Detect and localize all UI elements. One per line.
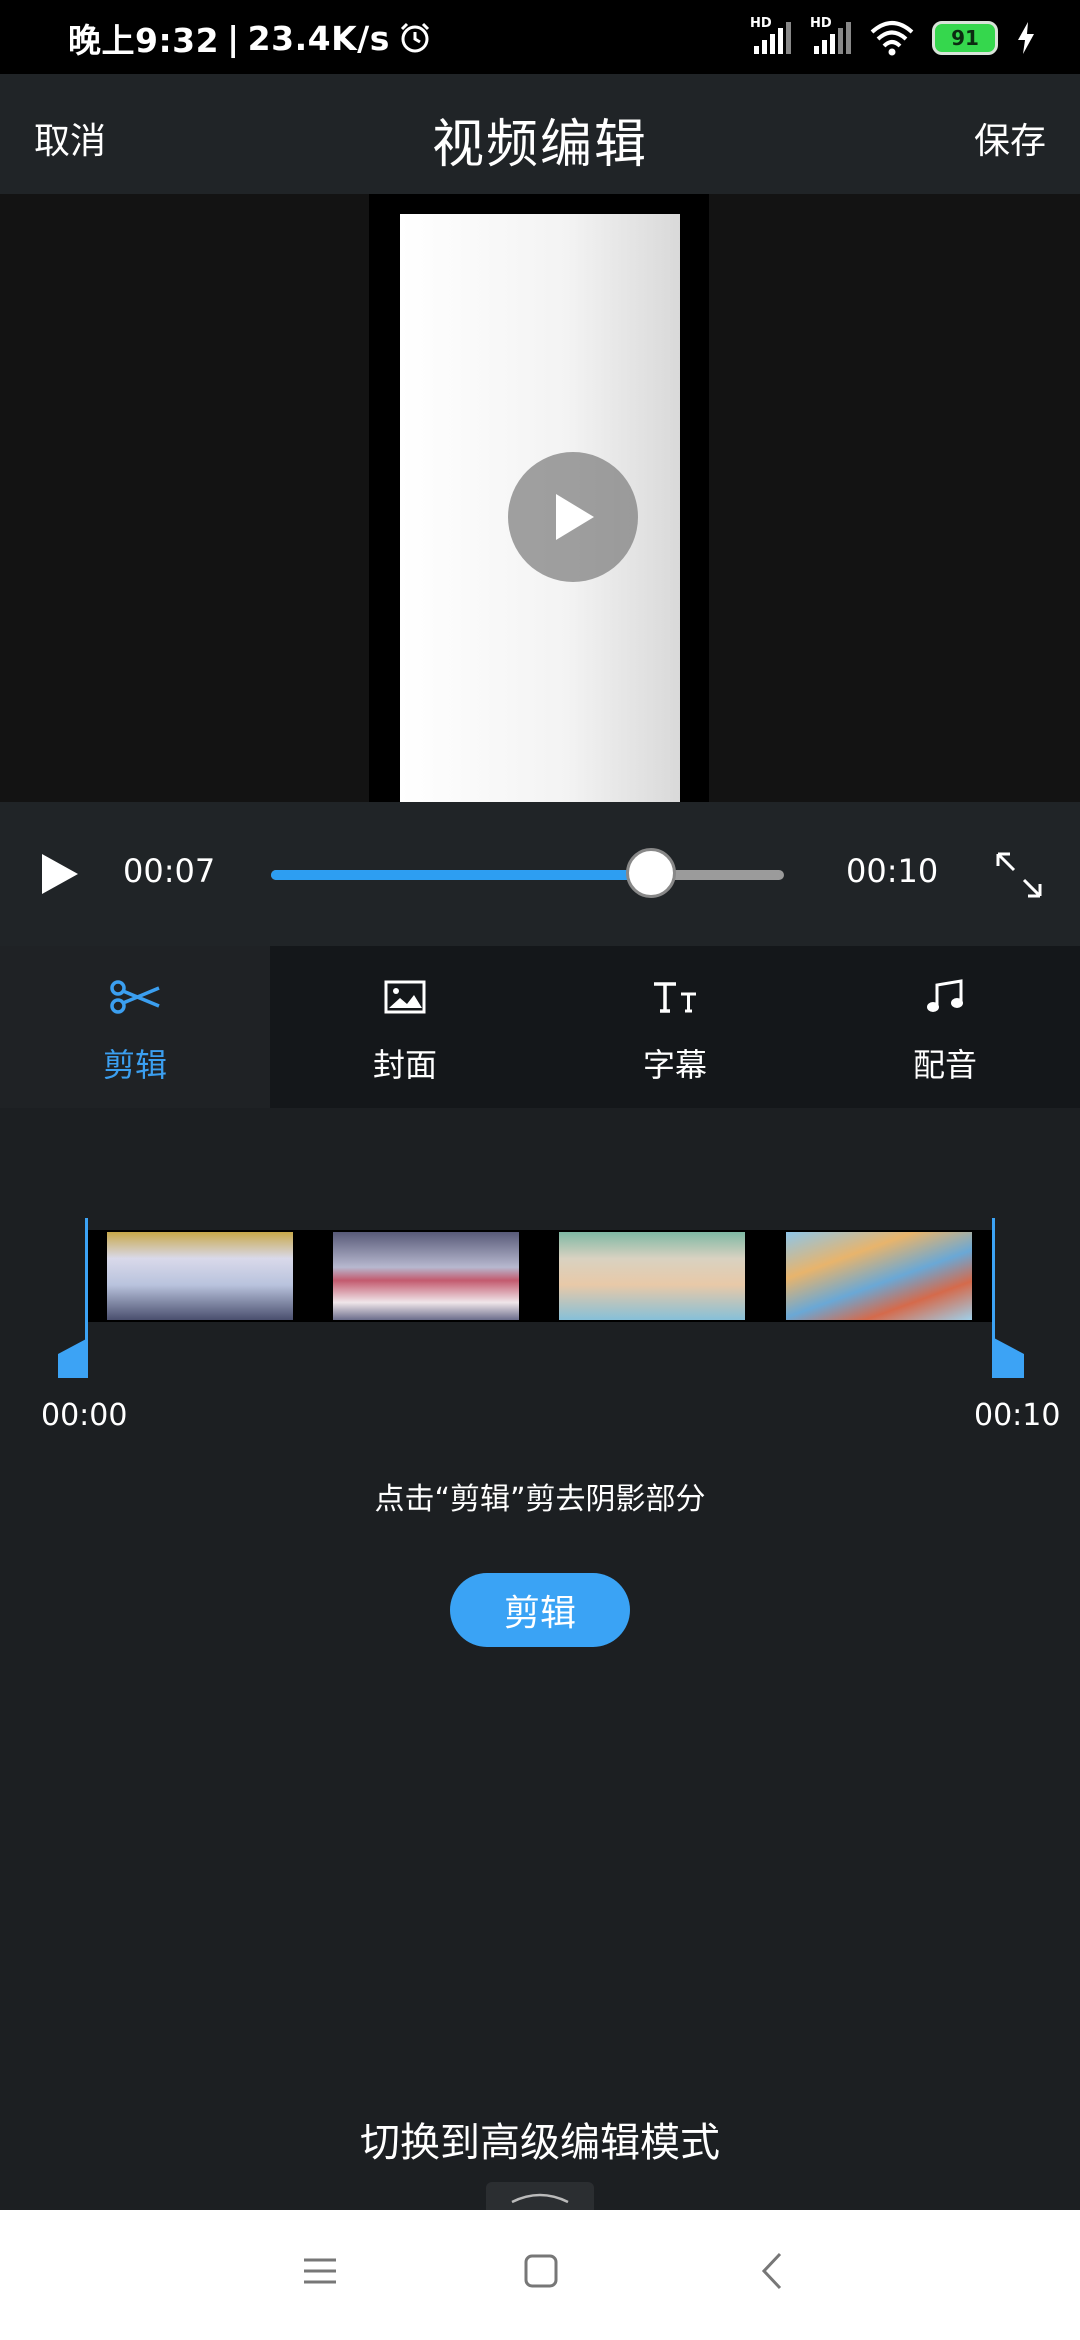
home-nav-button[interactable] <box>524 2254 558 2292</box>
timeline-strip[interactable] <box>86 1230 994 1322</box>
save-button[interactable]: 保存 <box>974 112 1046 164</box>
timeline-thumbnail <box>107 1232 293 1320</box>
expand-icon <box>996 852 1042 898</box>
timeline-thumbnail <box>786 1232 972 1320</box>
page-title: 视频编辑 <box>431 115 648 175</box>
status-time: 晚上9:32 <box>68 21 220 60</box>
play-button[interactable] <box>36 850 82 902</box>
alarm-icon <box>400 22 429 53</box>
square-icon <box>524 2254 558 2288</box>
playback-controls: 00:07 00:10 <box>0 802 1080 946</box>
battery-icon: 91 <box>932 21 998 55</box>
play-icon <box>556 494 594 540</box>
menu-nav-button[interactable] <box>302 2256 338 2290</box>
trim-start-grip[interactable] <box>58 1338 88 1378</box>
tab-cover[interactable]: 封面 <box>270 946 540 1108</box>
tab-subtitle[interactable]: 字幕 <box>540 946 810 1108</box>
seek-bar[interactable] <box>271 848 784 898</box>
tab-label: 字幕 <box>642 1046 707 1084</box>
timeline-end-time: 00:10 <box>974 1398 1061 1433</box>
timeline-thumbnail <box>559 1232 745 1320</box>
back-nav-button[interactable] <box>760 2252 784 2294</box>
top-bar: 取消 视频编辑 保存 <box>0 74 1080 194</box>
timeline-start-time: 00:00 <box>41 1398 128 1433</box>
seek-thumb[interactable] <box>625 848 676 898</box>
charging-icon <box>1018 22 1034 54</box>
signal-icon-2: HD <box>810 16 852 56</box>
timeline-thumbnail <box>333 1232 519 1320</box>
trim-hint: 点击“剪辑”剪去阴影部分 <box>374 1482 706 1517</box>
total-time: 00:10 <box>846 852 939 890</box>
scissors-icon <box>0 976 270 1018</box>
tab-label: 配音 <box>912 1046 977 1084</box>
status-bar: 晚上9:32 | 23.4K/s HD HD 91 <box>0 0 1080 74</box>
system-nav-bar <box>0 2210 1080 2340</box>
wifi-icon <box>870 21 914 56</box>
trim-button[interactable]: 剪辑 <box>450 1573 630 1647</box>
chevron-up-icon <box>511 2193 569 2204</box>
video-frame[interactable] <box>369 194 709 802</box>
fullscreen-button[interactable] <box>994 850 1044 904</box>
edit-tabs: 剪辑 封面 字幕 配音 <box>0 946 1080 1108</box>
status-right: HD HD 91 <box>750 16 1036 58</box>
seek-progress <box>271 870 651 880</box>
menu-icon <box>304 2258 336 2284</box>
tab-label: 封面 <box>372 1046 437 1084</box>
play-icon <box>42 854 78 894</box>
tab-dubbing[interactable]: 配音 <box>810 946 1080 1108</box>
video-content <box>400 214 680 802</box>
current-time: 00:07 <box>123 852 216 890</box>
play-overlay-button[interactable] <box>508 452 638 582</box>
trim-end-grip[interactable] <box>994 1338 1024 1378</box>
status-left: 晚上9:32 | 23.4K/s <box>68 14 432 62</box>
status-net-speed: 23.4K/s <box>247 18 390 58</box>
image-icon <box>270 976 540 1018</box>
back-icon <box>761 2252 782 2290</box>
tab-trim[interactable]: 剪辑 <box>0 946 270 1108</box>
text-size-icon <box>540 976 810 1018</box>
tab-label: 剪辑 <box>102 1046 167 1084</box>
status-separator: | <box>227 18 240 58</box>
pull-up-handle[interactable] <box>486 2182 594 2210</box>
advanced-mode-link[interactable]: 切换到高级编辑模式 <box>0 2110 1080 2168</box>
video-preview <box>0 194 1080 802</box>
music-note-icon <box>810 976 1080 1018</box>
battery-level: 91 <box>951 26 979 50</box>
signal-icon-1: HD <box>750 16 792 56</box>
